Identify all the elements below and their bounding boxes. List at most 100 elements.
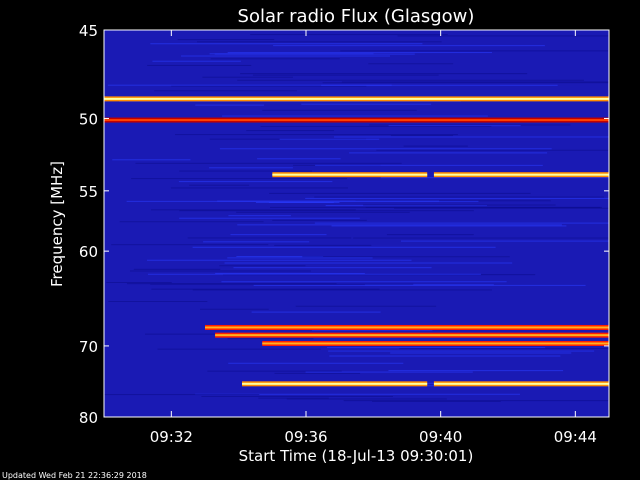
noise-streak	[390, 135, 454, 137]
noise-streak	[135, 162, 402, 164]
noise-streak	[179, 210, 474, 212]
noise-streak	[274, 372, 361, 374]
noise-streak	[252, 74, 439, 76]
noise-streak	[221, 281, 507, 283]
emission-line-core	[104, 97, 609, 100]
y-tick-label: 70	[79, 338, 98, 356]
noise-streak	[202, 76, 294, 78]
emission-line-core	[262, 342, 609, 345]
noise-streak	[314, 222, 609, 224]
noise-streak	[326, 347, 546, 349]
noise-streak	[150, 43, 423, 45]
noise-streak	[129, 270, 311, 272]
noise-streak	[246, 130, 335, 132]
emission-line-core	[215, 334, 609, 337]
updated-timestamp: Updated Wed Feb 21 22:36:29 2018	[2, 471, 147, 480]
noise-streak	[199, 308, 269, 310]
noise-streak	[240, 73, 528, 75]
noise-streak	[228, 362, 404, 364]
emission-line-core	[104, 119, 609, 122]
noise-streak	[219, 148, 552, 150]
noise-streak	[147, 273, 481, 275]
noise-streak	[372, 400, 501, 402]
noise-streak	[363, 204, 556, 206]
noise-streak	[177, 39, 275, 41]
noise-streak	[106, 282, 172, 284]
noise-streak	[111, 244, 269, 246]
noise-streak	[210, 58, 340, 60]
noise-streak	[133, 268, 221, 270]
noise-streak	[154, 90, 297, 92]
noise-streak	[376, 149, 609, 151]
noise-streak	[273, 45, 545, 47]
noise-streak	[253, 284, 586, 286]
y-tick-label: 50	[79, 110, 98, 128]
noise-streak	[403, 145, 468, 147]
noise-streak	[340, 50, 609, 52]
noise-streak	[209, 167, 293, 169]
noise-streak	[274, 244, 372, 246]
noise-streak	[131, 178, 348, 180]
noise-streak	[227, 52, 492, 54]
noise-streak	[192, 289, 492, 291]
noise-streak	[189, 184, 250, 186]
x-tick-label: 09:36	[284, 428, 327, 446]
noise-streak	[126, 200, 479, 202]
y-axis-label: Frequency [MHz]	[48, 161, 66, 287]
noise-streak	[104, 394, 260, 396]
emission-line-core	[205, 326, 609, 329]
noise-streak	[397, 35, 609, 37]
noise-streak	[170, 187, 348, 189]
noise-streak	[179, 170, 312, 172]
noise-streak	[209, 53, 374, 55]
noise-streak	[108, 301, 208, 303]
noise-streak	[195, 104, 265, 106]
noise-streak	[302, 256, 510, 258]
noise-streak	[386, 234, 474, 236]
noise-streak	[178, 181, 333, 183]
noise-streak	[400, 240, 609, 242]
noise-streak	[227, 338, 314, 340]
noise-streak	[237, 79, 584, 81]
noise-streak	[112, 159, 191, 161]
noise-streak	[257, 158, 341, 160]
noise-streak	[331, 225, 567, 227]
noise-streak	[107, 84, 392, 86]
noise-streak	[207, 370, 342, 372]
noise-streak	[147, 259, 412, 261]
noise-streak	[270, 206, 601, 208]
noise-streak	[329, 355, 561, 357]
noise-streak	[368, 63, 454, 65]
noise-streak	[179, 217, 360, 219]
noise-streak	[250, 34, 448, 36]
noise-streak	[305, 371, 473, 373]
noise-streak	[268, 201, 334, 203]
noise-streak	[203, 241, 310, 243]
noise-streak	[322, 82, 609, 84]
noise-streak	[315, 164, 543, 166]
x-tick-label: 09:32	[150, 428, 193, 446]
noise-streak	[150, 283, 414, 285]
y-tick-label: 45	[79, 22, 98, 40]
noise-streak	[230, 234, 327, 236]
noise-streak	[157, 348, 321, 350]
noise-streak	[269, 192, 531, 194]
noise-streak	[328, 350, 595, 352]
noise-streak	[272, 219, 367, 221]
emission-line-core	[272, 173, 428, 176]
noise-streak	[286, 398, 447, 400]
noise-streak	[192, 246, 496, 248]
noise-streak	[295, 305, 437, 307]
noise-streak	[233, 267, 432, 269]
x-axis-label: Start Time (18-Jul-13 09:30:01)	[239, 447, 474, 465]
noise-streak	[399, 348, 609, 350]
noise-streak	[175, 134, 458, 136]
x-tick-label: 09:40	[419, 428, 462, 446]
y-tick-label: 80	[79, 409, 98, 427]
noise-streak	[227, 257, 373, 259]
chart-title: Solar radio Flux (Glasgow)	[238, 6, 475, 27]
noise-streak	[305, 197, 609, 199]
noise-streak	[236, 211, 410, 213]
noise-streak	[181, 55, 391, 57]
noise-streak	[279, 138, 380, 140]
